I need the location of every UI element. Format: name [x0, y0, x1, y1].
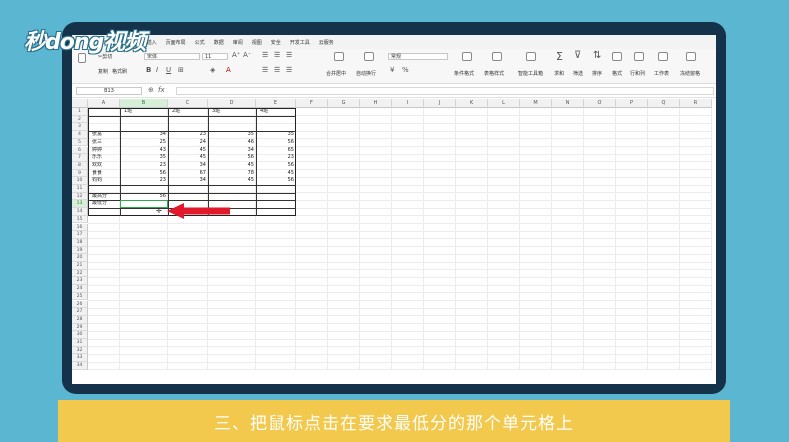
annotation-layer	[167, 203, 230, 219]
logo-watermark: 秒dong视频	[24, 30, 146, 55]
arrow-left-icon	[167, 203, 230, 219]
